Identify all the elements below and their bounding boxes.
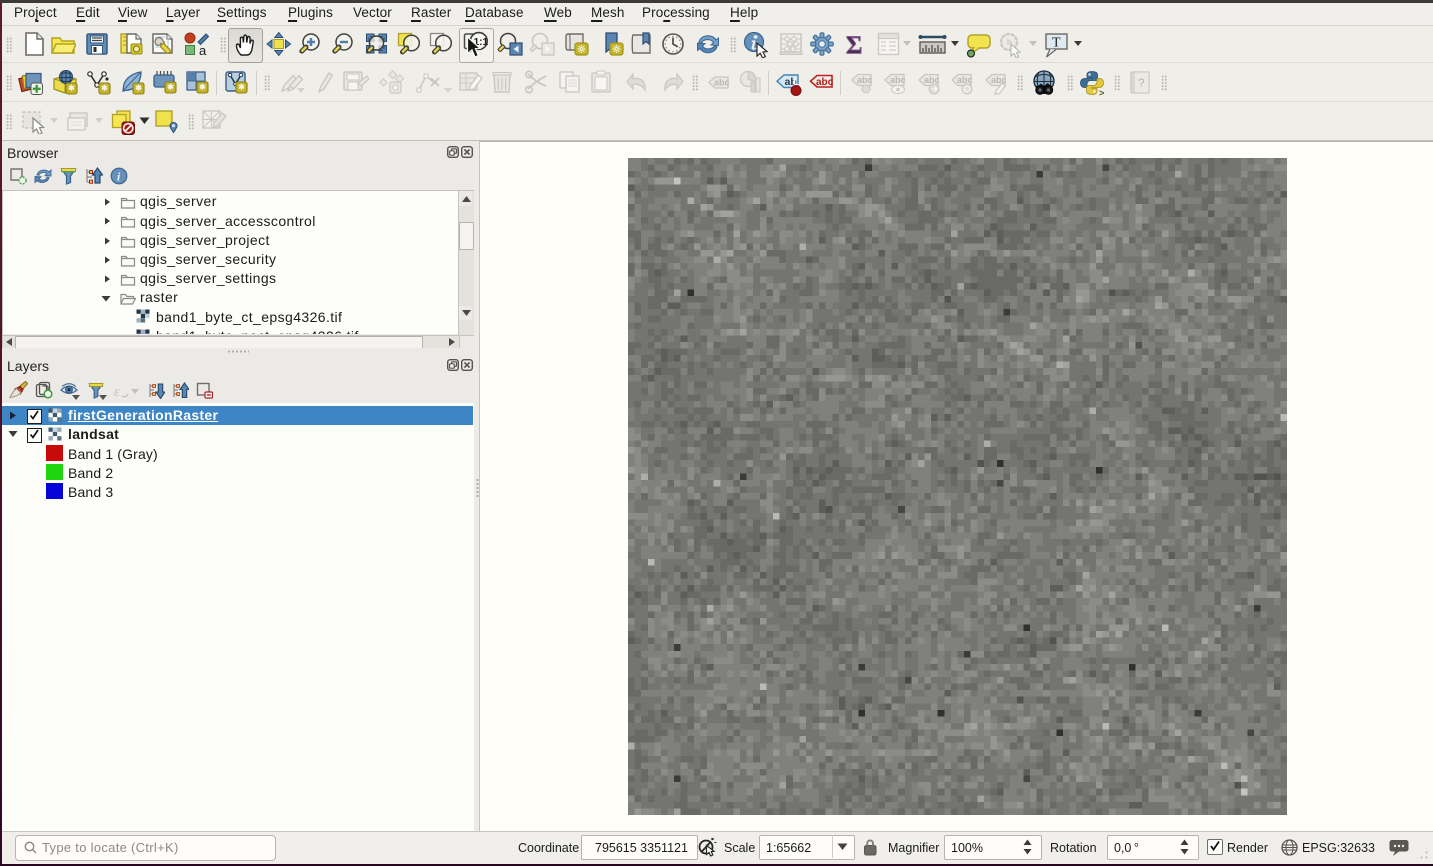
svg-text:abc: abc — [957, 75, 973, 85]
svg-text:>: > — [1099, 89, 1104, 96]
svg-text:ε: ε — [114, 385, 120, 399]
svg-text:abc: abc — [857, 75, 873, 85]
svg-text:T: T — [1052, 36, 1061, 51]
svg-text:abc: abc — [991, 75, 1007, 85]
svg-text:Σ: Σ — [846, 32, 862, 56]
svg-text:a: a — [199, 43, 207, 56]
svg-text:abc: abc — [890, 75, 906, 85]
svg-text:abc: abc — [816, 77, 834, 88]
svg-text:?: ? — [1138, 76, 1145, 90]
svg-text:abc: abc — [924, 75, 940, 85]
svg-text:abc: abc — [714, 78, 730, 88]
